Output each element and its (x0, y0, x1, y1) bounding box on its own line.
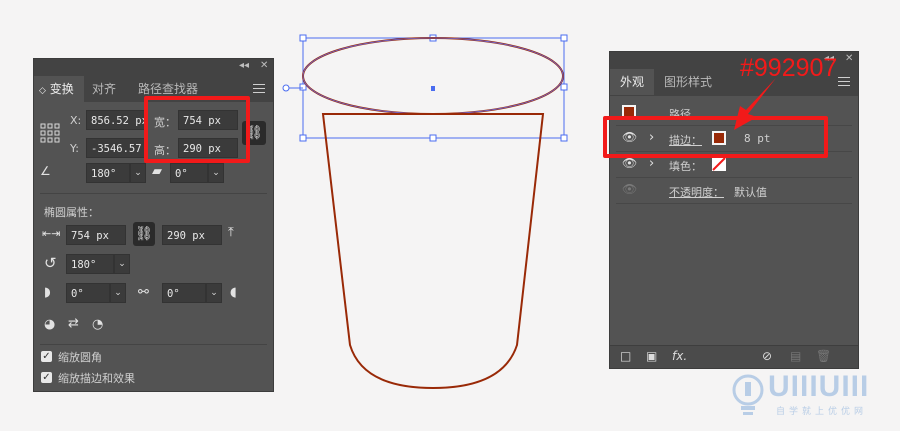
close-icon[interactable]: ✕ (260, 60, 268, 71)
shear-icon: ▰ (152, 164, 162, 179)
add-stroke-icon[interactable]: □ (620, 349, 631, 363)
swap-icon[interactable]: ⇄ (68, 316, 79, 331)
cup-body-path[interactable] (321, 113, 545, 390)
x-label: X: (70, 114, 82, 127)
ellipse-rotate-input[interactable]: 180° (66, 254, 114, 274)
ellipse-rotate-icon: ↺ (44, 254, 57, 272)
shear-dropdown-chevron-icon[interactable]: ⌄ (208, 163, 224, 183)
add-effect-fx-icon[interactable]: fx. (672, 349, 687, 363)
pie-start-icon: ◗ (44, 285, 51, 300)
highlight-size-box (144, 96, 250, 163)
collapse-icon[interactable]: ◂◂ (239, 60, 249, 71)
lightbulb-logo-icon (732, 374, 764, 415)
ellipse-width-icon: ⇤⇥ (42, 227, 61, 240)
pie-invert-icon[interactable]: ◕ (44, 317, 55, 332)
pie-end-input[interactable]: 0° (162, 283, 206, 303)
pie-start-dropdown-chevron-icon[interactable]: ⌄ (110, 283, 126, 303)
ellipse-properties-title: 椭圆属性： (44, 206, 99, 219)
fill-expand-chevron-icon[interactable]: › (649, 156, 654, 171)
appearance-close-icon[interactable]: ✕ (845, 53, 853, 64)
tab-transform[interactable]: ◇ 变换 (34, 76, 84, 102)
shear-input[interactable]: 0° (170, 163, 208, 183)
scale-corners-checkbox[interactable]: ✓ (41, 351, 52, 362)
annotation-arrow-icon (734, 78, 776, 130)
ellipse-height-icon: ⤒ (228, 225, 234, 240)
fill-label[interactable]: 填色： (669, 158, 702, 174)
appearance-menu-icon[interactable] (838, 77, 850, 89)
ellipse-link-icon[interactable]: ⛓ (133, 222, 155, 246)
duplicate-item-icon: ▤ (790, 349, 802, 363)
x-input[interactable]: 856.52 px (86, 110, 148, 130)
pie-end-icon: ◖ (230, 285, 237, 300)
rotate-dropdown-chevron-icon[interactable]: ⌄ (130, 163, 146, 183)
add-fill-icon[interactable]: ▣ (646, 349, 657, 363)
panel-title-bar: ◂◂ ✕ (34, 59, 273, 76)
y-label: Y: (70, 142, 79, 155)
watermark-tagline: 自学就上优优网 (776, 407, 868, 417)
center-point (431, 86, 435, 91)
scale-corners-label: 缩放圆角 (58, 351, 102, 364)
annotation-color-text: #992907 (740, 54, 838, 82)
y-input[interactable]: -3546.57 (86, 138, 148, 158)
rotate-input[interactable]: 180° (86, 163, 130, 183)
appearance-footer-toolbar: □ ▣ fx. ⊘ ▤ 🗑 (610, 345, 858, 368)
ellipse-width-input[interactable]: 754 px (66, 225, 126, 245)
section-divider-2 (40, 344, 267, 345)
appearance-row-opacity[interactable]: 👁 不透明度： 默认值 (616, 178, 852, 204)
unlink-pie-icon[interactable]: ⚯ (138, 285, 149, 300)
cup-rim-ellipse[interactable] (302, 37, 564, 115)
scale-strokes-checkbox[interactable]: ✓ (41, 372, 52, 383)
fill-none-swatch-icon[interactable] (712, 157, 726, 171)
delete-item-icon: 🗑 (816, 349, 832, 363)
pie-end-dropdown-chevron-icon[interactable]: ⌄ (206, 283, 222, 303)
tab-graphic-styles[interactable]: 图形样式 (664, 69, 712, 95)
tab-appearance[interactable]: 外观 (610, 69, 654, 95)
panel-menu-icon[interactable] (253, 84, 265, 96)
opacity-value: 默认值 (734, 186, 767, 199)
section-divider (40, 193, 267, 194)
ellipse-rotate-dropdown-chevron-icon[interactable]: ⌄ (114, 254, 130, 274)
tab-transform-label: 变换 (49, 82, 74, 96)
reference-point-icon[interactable] (40, 123, 60, 143)
opacity-visibility-eye-icon: 👁 (622, 182, 638, 196)
watermark-wordmark: UIIIUIII (768, 370, 870, 403)
pie-reset-icon[interactable]: ◔ (92, 317, 103, 332)
rotate-angle-icon: ∠ (40, 164, 51, 178)
scale-strokes-label: 缩放描边和效果 (58, 372, 135, 385)
ellipse-height-input[interactable]: 290 px (162, 225, 222, 245)
opacity-label[interactable]: 不透明度： (669, 184, 724, 200)
fill-visibility-eye-icon[interactable]: 👁 (622, 156, 637, 170)
tab-toggle-icon: ◇ (39, 86, 46, 96)
clear-appearance-icon[interactable]: ⊘ (762, 349, 772, 363)
pie-start-input[interactable]: 0° (66, 283, 110, 303)
highlight-stroke-box (603, 116, 828, 158)
tab-align[interactable]: 对齐 (92, 76, 116, 102)
